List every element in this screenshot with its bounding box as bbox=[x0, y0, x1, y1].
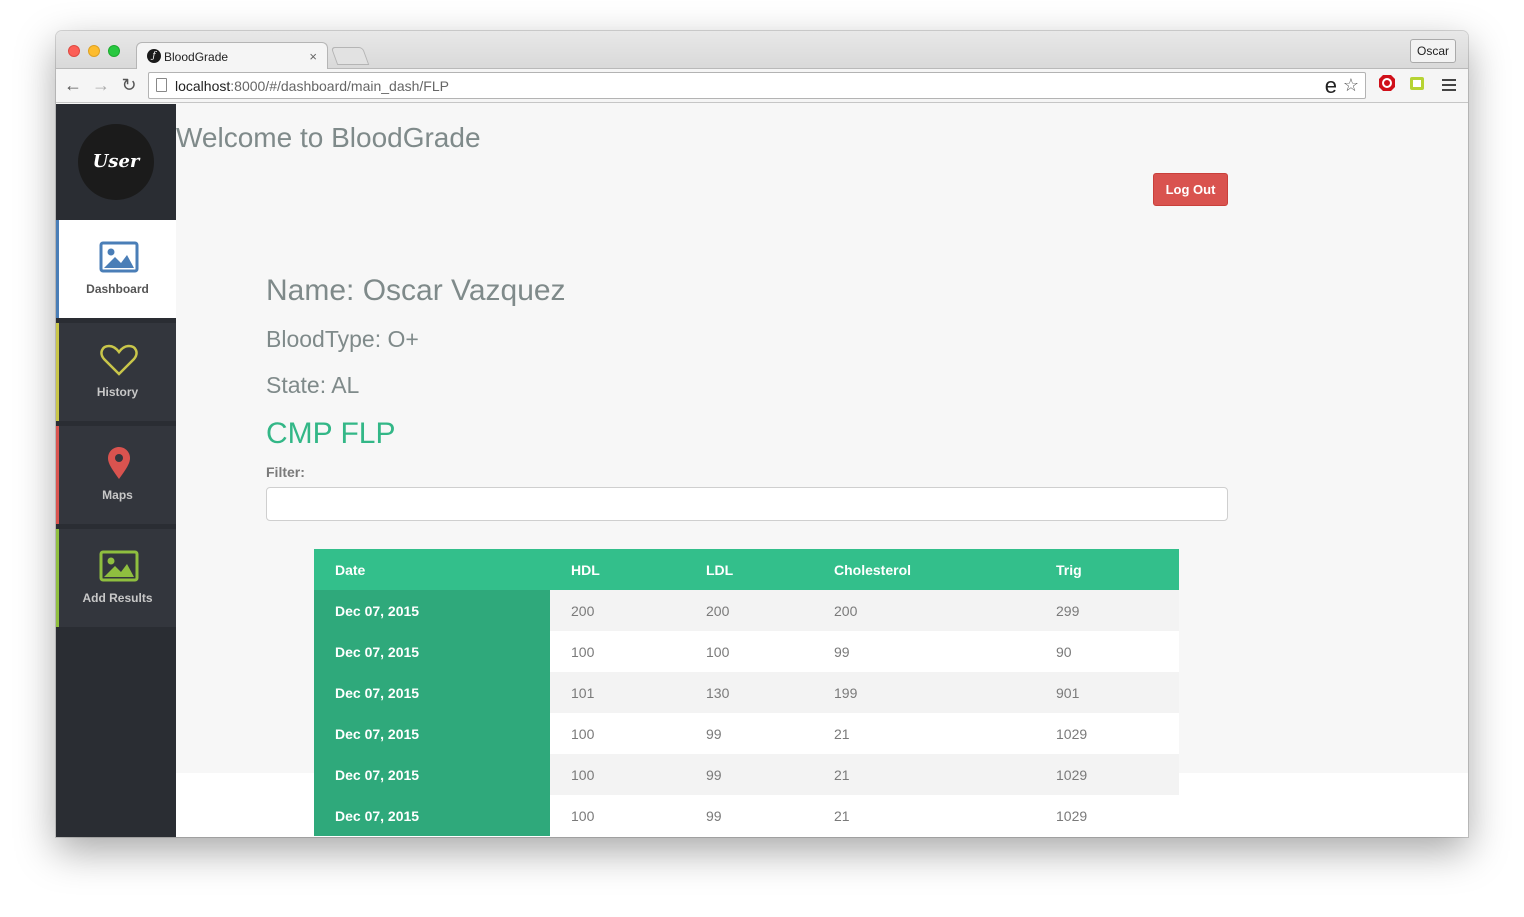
image-icon bbox=[99, 241, 139, 273]
table-cell-date: Dec 07, 2015 bbox=[314, 754, 550, 795]
results-title: CMP FLP bbox=[266, 417, 396, 450]
filter-label: Filter: bbox=[266, 464, 305, 480]
profile-button[interactable]: Oscar bbox=[1409, 39, 1456, 63]
table-cell: 1029 bbox=[1035, 795, 1179, 836]
table-cell: 100 bbox=[550, 754, 685, 795]
table-cell: 100 bbox=[550, 631, 685, 672]
table-row[interactable]: Dec 07, 2015 100 99 21 1029 bbox=[314, 795, 1179, 836]
column-header[interactable]: Cholesterol bbox=[813, 549, 1035, 590]
table-cell: 100 bbox=[685, 631, 813, 672]
table-cell: 100 bbox=[550, 713, 685, 754]
table-cell: 99 bbox=[685, 795, 813, 836]
table-header-row: Date HDL LDL Cholesterol Trig bbox=[314, 549, 1179, 590]
table-cell: 1029 bbox=[1035, 713, 1179, 754]
tab-bar: ƒ BloodGrade × Oscar bbox=[56, 31, 1468, 70]
user-state: State: AL bbox=[266, 372, 360, 398]
table-cell: 901 bbox=[1035, 672, 1179, 713]
table-cell: 200 bbox=[685, 590, 813, 631]
column-header[interactable]: Date bbox=[314, 549, 550, 590]
browser-window: ƒ BloodGrade × Oscar ← → ↻ localhost:800… bbox=[56, 31, 1468, 837]
url-text: localhost:8000/#/dashboard/main_dash/FLP bbox=[175, 78, 449, 94]
sidebar-item-dashboard[interactable]: Dashboard bbox=[56, 220, 176, 318]
map-pin-icon bbox=[108, 447, 130, 479]
android-extension-icon[interactable] bbox=[1408, 74, 1426, 92]
results-table: Date HDL LDL Cholesterol Trig Dec 07, 20… bbox=[314, 549, 1179, 836]
bookmark-star-icon[interactable]: ☆ bbox=[1343, 75, 1359, 96]
table-cell: 100 bbox=[550, 795, 685, 836]
blood-type: BloodType: O+ bbox=[266, 326, 419, 352]
tab-title: BloodGrade bbox=[164, 50, 229, 64]
page-title: Welcome to BloodGrade bbox=[176, 122, 481, 153]
sidebar-item-label: History bbox=[96, 385, 139, 399]
table-cell: 21 bbox=[813, 713, 1035, 754]
table-cell: 90 bbox=[1035, 631, 1179, 672]
table-cell: 99 bbox=[685, 713, 813, 754]
table-cell-date: Dec 07, 2015 bbox=[314, 795, 550, 836]
adblock-icon[interactable] bbox=[1378, 74, 1396, 92]
tab-close-icon[interactable]: × bbox=[309, 49, 317, 64]
browser-toolbar: ← → ↻ localhost:8000/#/dashboard/main_da… bbox=[56, 69, 1468, 103]
table-row[interactable]: Dec 07, 2015 101 130 199 901 bbox=[314, 672, 1179, 713]
new-tab-button[interactable] bbox=[330, 47, 370, 65]
image-icon bbox=[99, 550, 139, 582]
table-cell: 200 bbox=[813, 590, 1035, 631]
column-header[interactable]: Trig bbox=[1035, 549, 1179, 590]
table-cell: 1029 bbox=[1035, 754, 1179, 795]
table-cell-date: Dec 07, 2015 bbox=[314, 590, 550, 631]
column-header[interactable]: LDL bbox=[685, 549, 813, 590]
address-bar[interactable]: localhost:8000/#/dashboard/main_dash/FLP… bbox=[148, 72, 1366, 99]
table-cell-date: Dec 07, 2015 bbox=[314, 713, 550, 754]
table-cell: 200 bbox=[550, 590, 685, 631]
table-row[interactable]: Dec 07, 2015 100 99 21 1029 bbox=[314, 754, 1179, 795]
sidebar-header: User bbox=[56, 104, 176, 220]
table-cell-date: Dec 07, 2015 bbox=[314, 672, 550, 713]
table-row[interactable]: Dec 07, 2015 200 200 200 299 bbox=[314, 590, 1179, 631]
browser-tab[interactable]: ƒ BloodGrade × bbox=[136, 42, 328, 70]
column-header[interactable]: HDL bbox=[550, 549, 685, 590]
sidebar-item-label: Add Results bbox=[82, 591, 153, 605]
sidebar: User Dashboard History Maps Add Results bbox=[56, 104, 176, 837]
page-content: User Dashboard History Maps Add Results … bbox=[56, 104, 1468, 837]
favicon-icon: ƒ bbox=[147, 49, 161, 63]
table-cell: 21 bbox=[813, 795, 1035, 836]
sidebar-item-label: Dashboard bbox=[86, 282, 149, 296]
sidebar-item-history[interactable]: History bbox=[56, 323, 176, 421]
table-cell-date: Dec 07, 2015 bbox=[314, 631, 550, 672]
table-row[interactable]: Dec 07, 2015 100 99 21 1029 bbox=[314, 713, 1179, 754]
table-cell: 99 bbox=[813, 631, 1035, 672]
minimize-window-button[interactable] bbox=[88, 45, 100, 57]
table-cell: 299 bbox=[1035, 590, 1179, 631]
avatar[interactable]: User bbox=[78, 124, 154, 200]
close-window-button[interactable] bbox=[68, 45, 80, 57]
menu-icon[interactable] bbox=[1442, 79, 1456, 93]
user-name: Name: Oscar Vazquez bbox=[266, 274, 566, 307]
sidebar-item-maps[interactable]: Maps bbox=[56, 426, 176, 524]
table-cell: 101 bbox=[550, 672, 685, 713]
table-cell: 130 bbox=[685, 672, 813, 713]
logout-button[interactable]: Log Out bbox=[1153, 173, 1228, 206]
table-cell: 21 bbox=[813, 754, 1035, 795]
e-extension-icon[interactable]: e bbox=[1325, 73, 1337, 99]
page-icon bbox=[156, 78, 167, 92]
sidebar-item-label: Maps bbox=[102, 488, 133, 502]
table-row[interactable]: Dec 07, 2015 100 100 99 90 bbox=[314, 631, 1179, 672]
sidebar-item-add-results[interactable]: Add Results bbox=[56, 529, 176, 627]
filter-input[interactable] bbox=[266, 487, 1228, 521]
back-arrow-icon[interactable]: ← bbox=[62, 74, 84, 96]
maximize-window-button[interactable] bbox=[108, 45, 120, 57]
heart-icon bbox=[100, 344, 138, 376]
reload-icon[interactable]: ↻ bbox=[118, 74, 140, 96]
table-cell: 99 bbox=[685, 754, 813, 795]
table-cell: 199 bbox=[813, 672, 1035, 713]
forward-arrow-icon[interactable]: → bbox=[90, 74, 112, 96]
